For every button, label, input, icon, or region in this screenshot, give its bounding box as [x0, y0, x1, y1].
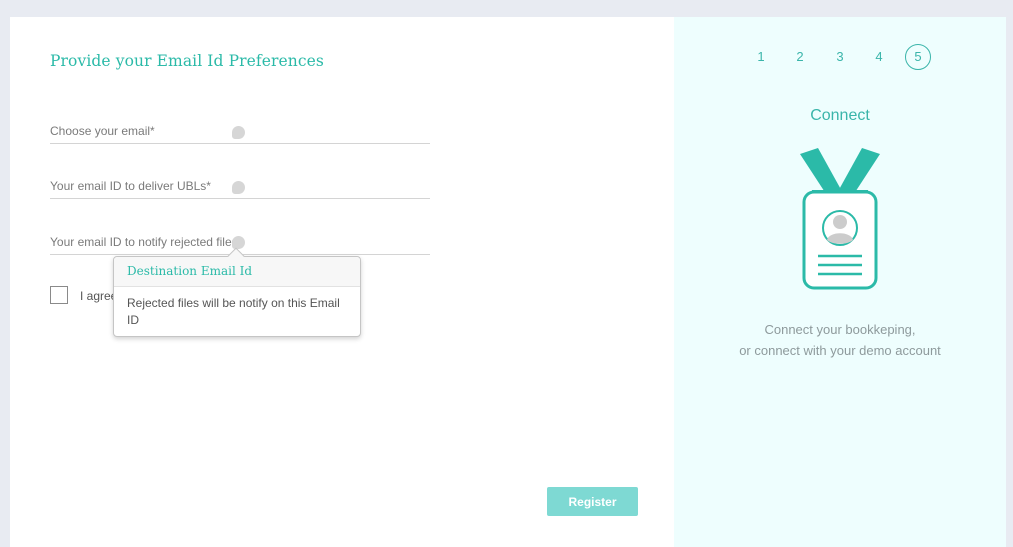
connect-description-line2: or connect with your demo account: [739, 343, 941, 358]
info-icon[interactable]: [232, 181, 245, 194]
registration-card: Provide your Email Id Preferences I agre…: [10, 17, 1006, 547]
id-badge-icon: [800, 148, 880, 290]
step-5-active[interactable]: 5: [905, 44, 931, 70]
tooltip-title: Destination Email Id: [114, 257, 360, 287]
connect-title: Connect: [810, 107, 870, 124]
form-panel: Provide your Email Id Preferences I agre…: [10, 17, 674, 547]
step-3[interactable]: 3: [827, 44, 853, 70]
tooltip-body: Rejected files will be notify on this Em…: [127, 296, 340, 327]
step-2[interactable]: 2: [787, 44, 813, 70]
agree-label: I agree: [80, 289, 118, 303]
info-icon[interactable]: [232, 236, 245, 249]
step-indicator: 1 2 3 4 5: [674, 44, 1006, 70]
agree-checkbox[interactable]: [50, 286, 68, 304]
connect-description: Connect your bookkeping, or connect with…: [674, 319, 1006, 361]
ubl-email-field: [50, 175, 430, 199]
form-title: Provide your Email Id Preferences: [50, 52, 324, 70]
info-icon[interactable]: [232, 126, 245, 139]
step-4[interactable]: 4: [866, 44, 892, 70]
tooltip-popover: Destination Email Id Rejected files will…: [113, 247, 361, 337]
connect-description-line1: Connect your bookkeping,: [764, 322, 916, 337]
register-button[interactable]: Register: [547, 487, 638, 516]
step-1[interactable]: 1: [748, 44, 774, 70]
step-sidebar: 1 2 3 4 5 Connect Connect your bookkepin…: [674, 17, 1006, 547]
email-choice-field: [50, 120, 430, 144]
